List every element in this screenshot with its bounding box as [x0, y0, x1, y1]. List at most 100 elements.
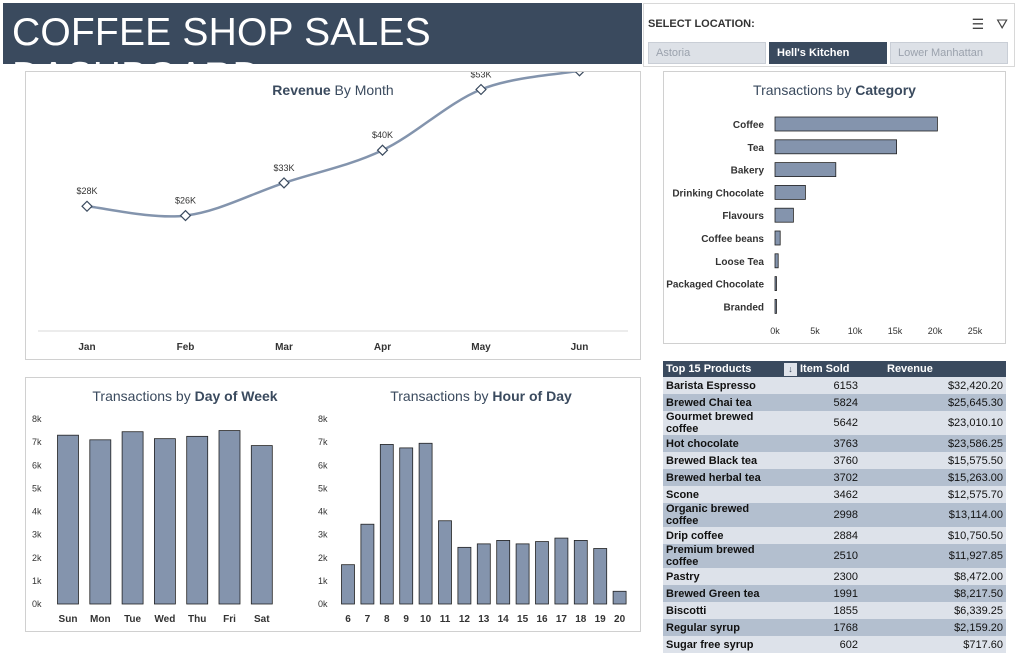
hour-x-tick-label: 14	[498, 614, 510, 625]
x-tick-label: 25k	[968, 326, 983, 336]
category-label: Coffee beans	[701, 234, 764, 245]
table-row: Hot chocolate 3763 $23,586.25	[663, 435, 1006, 452]
table-row: Premium brewed coffee 2510 $11,927.85	[663, 544, 1006, 568]
product-name-cell: Biscotti	[663, 602, 781, 619]
col-header-product[interactable]: Top 15 Products	[663, 361, 781, 377]
table-row: Biscotti 1855 $6,339.25	[663, 602, 1006, 619]
location-slicer: SELECT LOCATION: ☰ ⛛ Astoria Hell's Kitc…	[643, 3, 1015, 67]
revenue-cell: $717.60	[861, 636, 1006, 653]
dow-x-tick-label: Wed	[154, 614, 175, 625]
dow-y-tick-label: 0k	[32, 599, 42, 609]
dow-x-tick-label: Thu	[188, 614, 206, 625]
product-name-cell: Scone	[663, 486, 781, 503]
category-label: Tea	[748, 143, 765, 154]
slicer-option-astoria[interactable]: Astoria	[648, 42, 766, 64]
item-sold-cell: 3702	[781, 469, 861, 486]
table-row: Scone 3462 $12,575.70	[663, 486, 1006, 503]
hour-bar	[573, 540, 588, 605]
product-name-cell: Brewed Green tea	[663, 585, 781, 602]
x-tick-label: 5k	[810, 326, 820, 336]
product-name-cell: Gourmet brewed coffee	[663, 411, 781, 435]
hour-y-tick-label: 6k	[318, 460, 328, 470]
dow-x-tick-label: Sun	[59, 614, 78, 625]
dow-y-tick-label: 5k	[32, 483, 42, 493]
data-point-marker	[179, 209, 192, 222]
hour-x-tick-label: 11	[440, 614, 451, 625]
hour-bar	[476, 543, 491, 605]
x-tick-label: Mar	[275, 342, 293, 353]
item-sold-cell: 3760	[781, 452, 861, 469]
hour-bar	[438, 520, 452, 605]
item-sold-cell: 1768	[781, 619, 861, 636]
category-label: Coffee	[733, 120, 765, 131]
dow-x-tick-label: Sat	[254, 614, 270, 625]
dow-y-tick-label: 8k	[32, 414, 42, 424]
slicer-option-lower-manhattan[interactable]: Lower Manhattan	[890, 42, 1008, 64]
data-point-marker	[81, 200, 93, 213]
hour-bar	[457, 546, 472, 605]
revenue-cell: $23,586.25	[861, 435, 1006, 452]
table-row: Brewed Black tea 3760 $15,575.50	[663, 452, 1006, 469]
item-sold-cell: 3763	[781, 435, 861, 452]
hour-x-tick-label: 8	[384, 614, 390, 625]
hour-x-tick-label: 9	[403, 614, 409, 625]
category-bar	[774, 185, 806, 200]
revenue-cell: $10,750.50	[861, 527, 1006, 544]
data-point-marker	[376, 144, 389, 156]
hour-x-tick-label: 7	[365, 614, 371, 625]
product-name-cell: Organic brewed coffee	[663, 503, 781, 527]
dow-y-tick-label: 3k	[32, 530, 42, 540]
hour-x-tick-label: 19	[595, 614, 607, 625]
revenue-cell: $12,575.70	[861, 486, 1006, 503]
category-label: Packaged Chocolate	[666, 280, 764, 291]
hour-x-tick-label: 13	[478, 614, 490, 625]
data-label: $26K	[175, 196, 196, 206]
item-sold-cell: 5642	[781, 411, 861, 435]
revenue-cell: $15,263.00	[861, 469, 1006, 486]
dow-y-tick-label: 2k	[32, 553, 42, 563]
time-bar-charts: 0k 1k 2k 3k 4k 5k 6k 7k 8k Sun Mon Tue Wed Thu Fri Sat 0…	[32, 414, 627, 625]
dow-bar	[250, 445, 273, 605]
multi-select-icon[interactable]: ☰	[972, 16, 985, 33]
hour-bar	[399, 447, 414, 605]
hour-y-tick-label: 0k	[318, 599, 328, 609]
item-sold-cell: 2884	[781, 527, 861, 544]
product-name-cell: Premium brewed coffee	[663, 544, 781, 568]
hour-bar	[612, 590, 627, 605]
product-name-cell: Hot chocolate	[663, 435, 781, 452]
dow-y-tick-label: 1k	[32, 576, 42, 586]
x-tick-label: Jun	[571, 342, 589, 353]
category-label: Loose Tea	[715, 257, 764, 268]
hour-x-tick-label: 6	[345, 614, 351, 625]
item-sold-cell: 602	[781, 636, 861, 653]
time-charts-card: Transactions by Day of Week Transactions…	[25, 377, 641, 632]
dow-bar	[57, 434, 79, 605]
title-banner: COFFEE SHOP SALES DASHBOARD	[3, 3, 642, 98]
revenue-cell: $6,339.25	[861, 602, 1006, 619]
sort-filter-icon[interactable]: ↓	[784, 362, 797, 376]
clear-filter-icon[interactable]: ⛛	[996, 16, 1008, 33]
slicer-option-hells-kitchen[interactable]: Hell's Kitchen	[769, 42, 887, 64]
x-tick-label: 10k	[848, 326, 863, 336]
col-header-item-sold[interactable]: ↓ Item Sold	[781, 361, 861, 377]
item-sold-cell: 5824	[781, 394, 861, 411]
col-header-revenue[interactable]: Revenue	[861, 361, 1006, 377]
dow-bar	[121, 431, 144, 605]
item-sold-cell: 2300	[781, 568, 861, 585]
item-sold-cell: 3462	[781, 486, 861, 503]
revenue-cell: $2,159.20	[861, 619, 1006, 636]
dow-bar	[89, 439, 112, 605]
table-row: Barista Espresso 6153 $32,420.20	[663, 377, 1006, 394]
data-label: $40K	[372, 130, 393, 140]
product-name-cell: Sugar free syrup	[663, 636, 781, 653]
hour-x-tick-label: 17	[556, 614, 568, 625]
table-row: Pastry 2300 $8,472.00	[663, 568, 1006, 585]
product-name-cell: Brewed Black tea	[663, 452, 781, 469]
revenue-cell: $11,927.85	[861, 544, 1006, 568]
dow-x-tick-label: Tue	[124, 614, 141, 625]
table-row: Drip coffee 2884 $10,750.50	[663, 527, 1006, 544]
table-row: Brewed Chai tea 5824 $25,645.30	[663, 394, 1006, 411]
table-row: Sugar free syrup 602 $717.60	[663, 636, 1006, 653]
hour-chart-title: Transactions by Hour of Day	[390, 388, 572, 404]
table-row: Brewed herbal tea 3702 $15,263.00	[663, 469, 1006, 486]
